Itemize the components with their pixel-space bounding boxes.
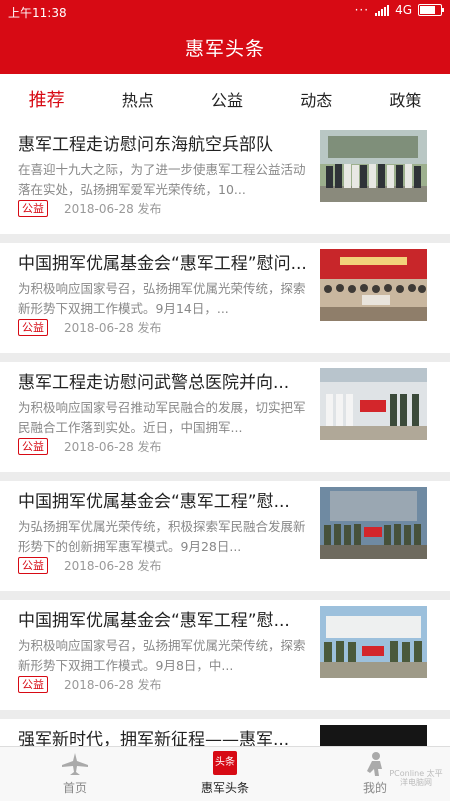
article-thumbnail: [320, 725, 427, 746]
news-icon-text: 头条: [215, 757, 235, 768]
nav-home-label: 首页: [62, 781, 87, 795]
category-tag: 公益: [18, 438, 48, 455]
article-title: 惠军工程走访慰问东海航空兵部队: [18, 135, 273, 155]
article-summary: 为弘扬拥军优属光荣传统，积极探索军民融合发展新形势下的创新拥军惠军模式。9月28…: [18, 519, 306, 554]
article-title: 中国拥军优属基金会“惠军工程”慰问...: [18, 254, 307, 274]
app-title: 惠军头条: [0, 24, 450, 74]
status-time: 上午11:38: [8, 6, 67, 20]
status-icons: ··· 4G: [354, 3, 444, 17]
tab-news[interactable]: 动态: [290, 87, 342, 111]
article-meta: 公益 2018-06-28 发布: [18, 200, 162, 217]
article-meta: 公益 2018-06-28 发布: [18, 557, 162, 574]
fighter-jet-icon: [62, 753, 88, 775]
article-title: 中国拥军优属基金会“惠军工程”慰...: [18, 611, 290, 631]
publish-date: 2018-06-28 发布: [64, 321, 162, 335]
watermark: PConline 太平洋电脑网: [389, 769, 443, 787]
article-thumbnail: [320, 487, 427, 559]
nav-home[interactable]: 首页: [0, 747, 150, 801]
publish-date: 2018-06-28 发布: [64, 678, 162, 692]
article-meta: 公益 2018-06-28 发布: [18, 438, 162, 455]
status-bar: 上午11:38 ··· 4G: [0, 0, 450, 24]
tab-charity[interactable]: 公益: [201, 87, 253, 111]
nav-news-label: 惠军头条: [200, 781, 249, 795]
nav-news[interactable]: 头条 惠军头条: [150, 747, 300, 801]
article-summary: 为积极响应国家号召，弘扬拥军优属光荣传统，探索新形势下双拥工作模式。9月14日，…: [18, 281, 306, 316]
category-tabs: 推荐 热点 公益 动态 政策: [0, 74, 450, 124]
article-list[interactable]: 惠军工程走访慰问东海航空兵部队 在喜迎十九大之际，为了进一步使惠军工程公益活动落…: [0, 124, 450, 746]
bottom-nav: 首页 头条 惠军头条 我的 PConline 太平洋电脑网: [0, 746, 450, 801]
article-thumbnail: [320, 368, 427, 440]
tab-policy[interactable]: 政策: [379, 87, 431, 111]
publish-date: 2018-06-28 发布: [64, 202, 162, 216]
nav-mine[interactable]: 我的 PConline 太平洋电脑网: [300, 747, 450, 801]
article-card[interactable]: 惠军工程走访慰问武警总医院并向... 为积极响应国家号召推动军民融合的发展，切实…: [0, 362, 450, 472]
article-card[interactable]: 中国拥军优属基金会“惠军工程”慰问... 为积极响应国家号召，弘扬拥军优属光荣传…: [0, 243, 450, 353]
signal-icon: [375, 4, 390, 16]
article-meta: 公益 2018-06-28 发布: [18, 319, 162, 336]
publish-date: 2018-06-28 发布: [64, 440, 162, 454]
article-card[interactable]: 中国拥军优属基金会“惠军工程”慰... 为弘扬拥军优属光荣传统，积极探索军民融合…: [0, 481, 450, 591]
tab-recommend[interactable]: 推荐: [19, 86, 75, 112]
network-label: 4G: [395, 3, 412, 17]
category-tag: 公益: [18, 557, 48, 574]
article-summary: 在喜迎十九大之际，为了进一步使惠军工程公益活动落在实处，弘扬拥军爱军光荣传统，1…: [18, 162, 306, 197]
article-thumbnail: [320, 249, 427, 321]
article-thumbnail: [320, 130, 427, 202]
article-card[interactable]: 中国拥军优属基金会“惠军工程”慰... 为积极响应国家号召，弘扬拥军优属光荣传统…: [0, 600, 450, 710]
article-title: 强军新时代，拥军新征程——惠军...: [18, 730, 290, 746]
battery-icon: [418, 4, 444, 16]
tab-hot[interactable]: 热点: [112, 87, 164, 111]
article-title: 中国拥军优属基金会“惠军工程”慰...: [18, 492, 290, 512]
article-summary: 为积极响应国家号召，弘扬拥军优属光荣传统，探索新形势下双拥工作模式。9月8日，中…: [18, 638, 306, 673]
article-card[interactable]: 惠军工程走访慰问东海航空兵部队 在喜迎十九大之际，为了进一步使惠军工程公益活动落…: [0, 124, 450, 234]
category-tag: 公益: [18, 676, 48, 693]
publish-date: 2018-06-28 发布: [64, 559, 162, 573]
category-tag: 公益: [18, 319, 48, 336]
article-thumbnail: [320, 606, 427, 678]
category-tag: 公益: [18, 200, 48, 217]
news-icon: 头条: [213, 751, 237, 775]
dots-icon: ···: [354, 3, 370, 17]
article-summary: 为积极响应国家号召推动军民融合的发展，切实把军民融合工作落到实处。近日，中国拥军…: [18, 400, 306, 435]
article-meta: 公益 2018-06-28 发布: [18, 676, 162, 693]
article-title: 惠军工程走访慰问武警总医院并向...: [18, 373, 290, 393]
article-card[interactable]: 强军新时代，拥军新征程——惠军...: [0, 719, 450, 746]
